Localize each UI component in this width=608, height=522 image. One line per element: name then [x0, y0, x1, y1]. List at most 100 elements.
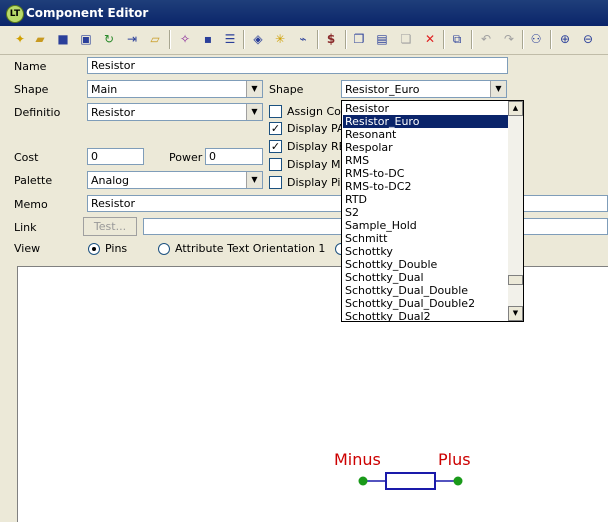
- shape-label: Shape: [14, 83, 49, 96]
- definition-label: Definitio: [14, 106, 61, 119]
- display-pa-checkbox[interactable]: ✓: [269, 122, 282, 135]
- chevron-down-icon[interactable]: ▼: [246, 172, 262, 188]
- toolbar-separator: [169, 30, 171, 49]
- toolbar-separator: [471, 30, 473, 49]
- zoom-out-icon[interactable]: ⊖: [580, 31, 596, 47]
- dropdown-item[interactable]: Sample_Hold: [343, 219, 511, 232]
- refresh-icon[interactable]: ↻: [101, 31, 117, 47]
- save-icon[interactable]: ■: [55, 31, 71, 47]
- wand-icon[interactable]: ✧: [177, 31, 193, 47]
- toolbar: ✦ ▰ ■ ▣ ↻ ⇥ ▱ ✧ ▪ ☰ ◈ ✳ ⌁ $ ❐ ▤ ❏ ✕ ⧉ ↶ …: [0, 26, 608, 55]
- dropdown-item[interactable]: Schottky_Dual_Double: [343, 284, 511, 297]
- shapes-icon[interactable]: ◈: [250, 31, 266, 47]
- dropdown-item[interactable]: Resistor_Euro: [343, 115, 511, 128]
- assign-checkbox[interactable]: [269, 105, 282, 118]
- view-pins-label: Pins: [105, 242, 128, 255]
- definition-combo-value: Resistor: [91, 106, 135, 119]
- toolbar-separator: [317, 30, 319, 49]
- dropdown-item[interactable]: Respolar: [343, 141, 511, 154]
- view-attr-radio[interactable]: [158, 243, 170, 255]
- replace-icon[interactable]: ⧉: [449, 31, 465, 47]
- scroll-down-icon[interactable]: ▼: [508, 306, 523, 321]
- name-label: Name: [14, 60, 47, 73]
- display-pi-checkbox[interactable]: [269, 176, 282, 189]
- window-title: Component Editor: [26, 6, 149, 20]
- dropdown-item[interactable]: Schottky_Dual2: [343, 310, 511, 321]
- dropdown-item[interactable]: RMS-to-DC: [343, 167, 511, 180]
- resistor-body: [385, 472, 436, 490]
- toolbar-separator: [243, 30, 245, 49]
- scroll-thumb[interactable]: [508, 275, 523, 285]
- display-pa-label: Display PA: [287, 122, 345, 135]
- dropdown-item[interactable]: RMS: [343, 154, 511, 167]
- open-icon[interactable]: ▰: [32, 31, 48, 47]
- dropdown-item[interactable]: Schottky_Double: [343, 258, 511, 271]
- palette-label: Palette: [14, 174, 53, 187]
- redo-icon[interactable]: ↷: [501, 31, 517, 47]
- list-icon[interactable]: ☰: [222, 31, 238, 47]
- power-label: Power: [169, 151, 203, 164]
- link-label: Link: [14, 221, 37, 234]
- binoculars-icon[interactable]: ⚇: [528, 31, 544, 47]
- dropdown-item[interactable]: Resistor: [343, 102, 511, 115]
- wire-icon[interactable]: ⌁: [295, 31, 311, 47]
- dropdown-item[interactable]: Schmitt: [343, 232, 511, 245]
- shape-combo-value: Main: [91, 83, 118, 96]
- toolbar-separator: [443, 30, 445, 49]
- view-attr-label: Attribute Text Orientation 1: [175, 242, 326, 255]
- display-re-label: Display RE: [287, 140, 346, 153]
- zoom-in-icon[interactable]: ⊕: [557, 31, 573, 47]
- view-label: View: [14, 242, 41, 255]
- display-re-checkbox[interactable]: ✓: [269, 140, 282, 153]
- shape-dropdown-list[interactable]: Resistor Resistor_Euro Resonant Respolar RMS…: [341, 100, 524, 322]
- dropdown-item[interactable]: Schottky_Dual: [343, 271, 511, 284]
- new-icon[interactable]: ✦: [12, 31, 28, 47]
- scroll-up-icon[interactable]: ▲: [508, 101, 523, 116]
- import-icon[interactable]: ⇥: [124, 31, 140, 47]
- toolbar-separator: [522, 30, 524, 49]
- export-icon[interactable]: ▱: [147, 31, 163, 47]
- undo-icon[interactable]: ↶: [478, 31, 494, 47]
- palette-combo[interactable]: Analog ▼: [87, 171, 263, 189]
- shape2-combo-value: Resistor_Euro: [345, 83, 420, 96]
- name-field[interactable]: Resistor: [87, 57, 508, 74]
- chevron-down-icon[interactable]: ▼: [246, 104, 262, 120]
- view-pins-radio[interactable]: [88, 243, 100, 255]
- pin-label-plus: Plus: [438, 450, 471, 469]
- shape-combo[interactable]: Main ▼: [87, 80, 263, 98]
- display-mo-checkbox[interactable]: [269, 158, 282, 171]
- shape2-label: Shape: [269, 83, 304, 96]
- app-icon: LT: [6, 5, 24, 23]
- dropdown-item[interactable]: Schottky: [343, 245, 511, 258]
- cost-label: Cost: [14, 151, 39, 164]
- dropdown-item[interactable]: Resonant: [343, 128, 511, 141]
- cost-field[interactable]: 0: [87, 148, 144, 165]
- chevron-down-icon[interactable]: ▼: [246, 81, 262, 97]
- title-bar: LT Component Editor: [0, 0, 608, 26]
- sparkle-icon[interactable]: ✳: [272, 31, 288, 47]
- dropdown-item[interactable]: RTD: [343, 193, 511, 206]
- pin-left-dot: [358, 476, 368, 486]
- delete-icon[interactable]: ✕: [422, 31, 438, 47]
- toolbar-separator: [550, 30, 552, 49]
- dropdown-item[interactable]: Schottky_Dual_Double2: [343, 297, 511, 310]
- save-symbol-icon[interactable]: ▪: [200, 31, 216, 47]
- duplicate-icon[interactable]: ❏: [398, 31, 414, 47]
- dropdown-item[interactable]: S2: [343, 206, 511, 219]
- memo-label: Memo: [14, 198, 48, 211]
- power-field[interactable]: 0: [205, 148, 263, 165]
- copy-icon[interactable]: ❐: [351, 31, 367, 47]
- chevron-down-icon[interactable]: ▼: [490, 81, 506, 97]
- paste-icon[interactable]: ▤: [374, 31, 390, 47]
- assign-label: Assign Co: [287, 105, 341, 118]
- shape2-combo[interactable]: Resistor_Euro ▼: [341, 80, 507, 98]
- save-as-icon[interactable]: ▣: [78, 31, 94, 47]
- test-button[interactable]: Test...: [83, 217, 137, 236]
- toolbar-separator: [345, 30, 347, 49]
- display-mo-label: Display MC: [287, 158, 349, 171]
- dropdown-scrollbar[interactable]: ▲ ▼: [508, 101, 523, 321]
- definition-combo[interactable]: Resistor ▼: [87, 103, 263, 121]
- pin-label-minus: Minus: [334, 450, 381, 469]
- dollar-icon[interactable]: $: [323, 31, 339, 47]
- dropdown-item[interactable]: RMS-to-DC2: [343, 180, 511, 193]
